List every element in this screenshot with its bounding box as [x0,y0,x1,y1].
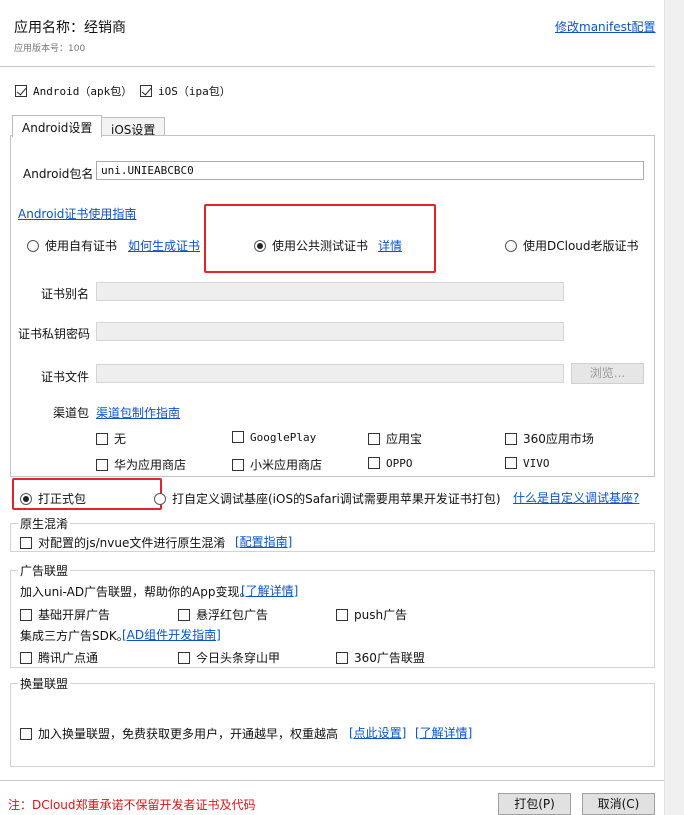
package-name-label: Android包名 [23,167,94,181]
cert-file-label: 证书文件 [41,370,90,384]
ad-float-redpacket-checkbox[interactable]: 悬浮红包广告 [178,606,268,623]
android-cert-guide-link[interactable]: Android证书使用指南 [18,205,136,222]
ad-union-title: 广告联盟 [18,562,71,579]
browse-button[interactable]: 浏览... [571,363,644,384]
checkbox-icon[interactable] [232,431,244,443]
checkbox-icon[interactable] [505,433,517,445]
cert-password-input[interactable] [96,322,564,341]
cert-file-input[interactable] [96,364,564,383]
checkbox-icon[interactable] [20,537,32,549]
channel-oppo-checkbox[interactable]: OPPO [368,456,413,470]
ad-pangle-checkbox[interactable]: 今日头条穿山甲 [178,649,280,666]
android-platform-checkbox[interactable]: Android（apk包） [15,83,132,99]
checkbox-icon[interactable] [20,728,32,740]
channel-xiaomi-checkbox[interactable]: 小米应用商店 [232,456,322,473]
dcloud-old-cert-radio[interactable]: 使用DCloud老版证书 [505,237,639,254]
channel-vivo-checkbox[interactable]: VIVO [505,456,550,470]
checkbox-icon[interactable] [505,457,517,469]
highlight-box-public-cert [204,204,436,273]
exchange-settings-link[interactable]: [点此设置] [349,724,406,741]
custom-base-radio[interactable]: 打自定义调试基座(iOS的Safari调试需要用苹果开发证书打包) [154,490,501,507]
package-name-input[interactable]: uni.UNIEABCBC0 [96,161,644,180]
ios-platform-checkbox[interactable]: iOS（ipa包） [140,83,231,99]
ad-sdk-intro: 集成三方广告SDK。 [20,629,129,643]
ad-learn-more-link[interactable]: [了解详情] [241,582,298,599]
header-divider [0,66,655,67]
ad-union-intro: 加入uni-AD广告联盟，帮助你的App变现。 [20,585,252,599]
exchange-union-title: 换量联盟 [18,675,71,692]
channel-huawei-checkbox[interactable]: 华为应用商店 [96,456,186,473]
checkbox-icon[interactable] [336,609,348,621]
checkbox-icon[interactable] [336,652,348,664]
footer-divider [0,780,664,781]
obfuscation-guide-link[interactable]: [配置指南] [235,533,292,550]
channel-none-checkbox[interactable]: 无 [96,430,126,447]
exchange-union-checkbox[interactable]: 加入换量联盟，免费获取更多用户，开通越早，权重越高 [20,725,338,742]
radio-unchecked-icon[interactable] [505,240,517,252]
native-obfuscation-checkbox[interactable]: 对配置的js/nvue文件进行原生混淆 [20,534,225,551]
cert-alias-label: 证书别名 [41,287,90,301]
edit-manifest-link[interactable]: 修改manifest配置 [555,18,656,35]
checkbox-icon[interactable] [96,433,108,445]
checkbox-icon[interactable] [368,433,380,445]
checkbox-icon[interactable] [20,609,32,621]
highlight-box-release [12,478,162,510]
cert-alias-input[interactable] [96,282,564,301]
cancel-button[interactable]: 取消(C) [582,793,655,815]
pack-button[interactable]: 打包(P) [498,793,571,815]
tab-android-settings[interactable]: Android设置 [12,115,103,137]
footer-disclaimer: 注：DCloud郑重承诺不保留开发者证书及代码 [8,798,256,812]
channel-googleplay-checkbox[interactable]: GooglePlay [232,430,316,444]
radio-unchecked-icon[interactable] [27,240,39,252]
checkbox-icon[interactable] [368,457,380,469]
channel-guide-link[interactable]: 渠道包制作指南 [96,404,180,421]
vertical-scrollbar[interactable] [664,0,684,815]
tab-ios-settings[interactable]: iOS设置 [101,117,166,137]
checkbox-icon[interactable] [96,459,108,471]
checkbox-checked-icon[interactable] [140,85,152,97]
ad-360-checkbox[interactable]: 360广告联盟 [336,649,425,666]
checkbox-icon[interactable] [178,609,190,621]
custom-base-help-link[interactable]: 什么是自定义调试基座? [513,489,639,506]
channel-label: 渠道包 [53,406,90,420]
checkbox-icon[interactable] [178,652,190,664]
cert-password-label: 证书私钥密码 [18,327,91,341]
exchange-learn-more-link[interactable]: [了解详情] [415,724,472,741]
ad-splash-checkbox[interactable]: 基础开屏广告 [20,606,110,623]
checkbox-checked-icon[interactable] [15,85,27,97]
ad-push-checkbox[interactable]: push广告 [336,606,407,623]
checkbox-icon[interactable] [20,652,32,664]
android-settings-panel [10,135,655,477]
app-version: 应用版本号：100 [14,44,86,54]
ad-sdk-guide-link[interactable]: [AD组件开发指南] [122,626,221,643]
channel-yingyongbao-checkbox[interactable]: 应用宝 [368,430,422,447]
own-cert-radio[interactable]: 使用自有证书 [27,237,117,254]
radio-unchecked-icon[interactable] [154,493,166,505]
native-obfuscation-title: 原生混淆 [18,515,71,532]
how-to-generate-cert-link[interactable]: 如何生成证书 [128,237,200,254]
channel-360-checkbox[interactable]: 360应用市场 [505,430,594,447]
app-name-title: 应用名称：经销商 [14,20,126,36]
checkbox-icon[interactable] [232,459,244,471]
ad-tencent-checkbox[interactable]: 腾讯广点通 [20,649,98,666]
